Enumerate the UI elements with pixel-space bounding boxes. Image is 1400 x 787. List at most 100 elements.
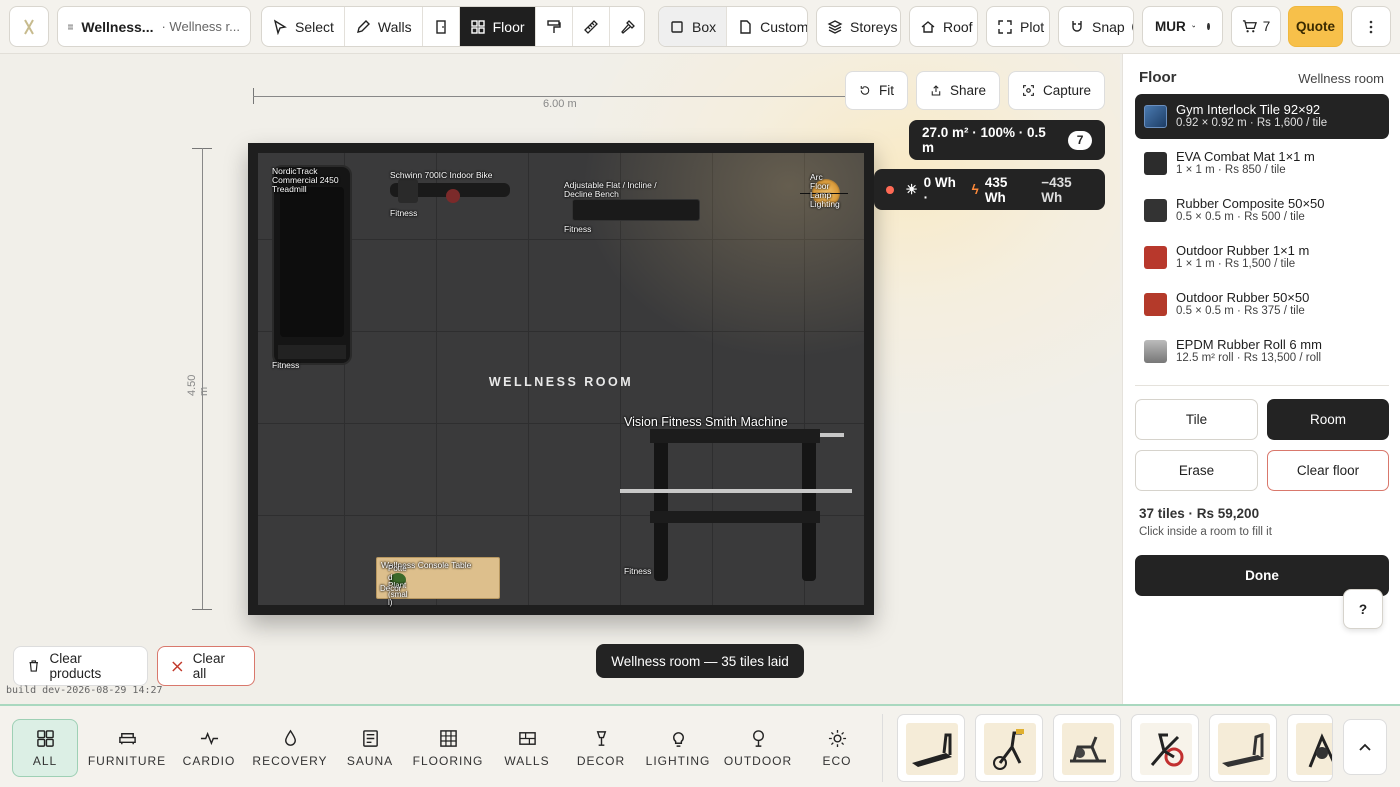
- box-room-button[interactable]: Box: [659, 7, 728, 46]
- category-cardio[interactable]: CARDIO: [180, 719, 238, 777]
- select-tool-button[interactable]: Select: [262, 7, 345, 46]
- clear-floor-button[interactable]: Clear floor: [1267, 450, 1389, 491]
- build-tool-button[interactable]: [610, 7, 644, 46]
- pulse-icon: [200, 731, 218, 745]
- material-swatch: [1144, 105, 1167, 128]
- category-eco[interactable]: ECO: [812, 719, 862, 777]
- category-decor[interactable]: DECOR: [574, 719, 628, 777]
- logo-icon: [24, 19, 34, 34]
- plot-button[interactable]: Plot: [986, 6, 1050, 47]
- material-outdoor-rubber-50x50[interactable]: Outdoor Rubber 50×50 0.5 × 0.5 m · Rs 375…: [1135, 282, 1389, 327]
- box-room-label: Box: [692, 18, 717, 35]
- walls-tool-button[interactable]: Walls: [345, 7, 423, 46]
- category-bar: ALL FURNITURE CARDIO RECOVERY SAUNA FLOO…: [0, 704, 1400, 787]
- sauna-icon: [362, 729, 378, 747]
- erase-button[interactable]: Erase: [1135, 450, 1258, 491]
- snap-button[interactable]: Snap: [1058, 6, 1134, 47]
- custom-room-button[interactable]: Custom: [727, 7, 807, 46]
- quote-button[interactable]: Quote: [1288, 6, 1343, 47]
- product-arc-floor-lamp[interactable]: Arc Floor Lamp Lighting: [800, 169, 848, 221]
- tree-icon: [752, 729, 764, 747]
- product-thumbnail[interactable]: [975, 714, 1043, 782]
- project-menu-button[interactable]: Wellness... · Wellness r...: [57, 6, 251, 47]
- done-label: Done: [1245, 568, 1279, 583]
- capture-button[interactable]: Capture: [1008, 71, 1105, 110]
- material-eva-combat-mat[interactable]: EVA Combat Mat 1×1 m1 × 1 m · Rs 850 / t…: [1135, 141, 1389, 186]
- material-outdoor-rubber-1x1[interactable]: Outdoor Rubber 1×1 m1 × 1 m · Rs 1,500 /…: [1135, 235, 1389, 280]
- category-recovery[interactable]: RECOVERY: [252, 719, 328, 777]
- material-swatch: [1144, 340, 1167, 363]
- measure-tool-button[interactable]: [573, 7, 610, 46]
- door-tool-button[interactable]: [423, 7, 460, 46]
- cart-icon: [1242, 20, 1257, 33]
- cart-button[interactable]: 7: [1231, 6, 1281, 47]
- square-icon: [671, 20, 683, 33]
- category-outdoor[interactable]: OUTDOOR: [724, 719, 792, 777]
- material-swatch: [1144, 199, 1167, 222]
- tile-summary: 37 tiles · Rs 59,200: [1139, 506, 1260, 521]
- product-potted-plant[interactable]: Potte d Plant (smal l) Decor: [380, 564, 416, 609]
- clear-all-label: Clear all: [192, 651, 225, 681]
- height-dimension: 4.50 m: [186, 148, 212, 610]
- treadmill-label: NordicTrack Commercial 2450 Treadmill: [272, 166, 339, 194]
- tiles-icon: [439, 729, 457, 747]
- floor-plan-canvas[interactable]: 6.00 m 4.50 m WELLNESS ROOM NordicTrack …: [0, 54, 1122, 704]
- category-sauna[interactable]: SAUNA: [342, 719, 398, 777]
- help-button[interactable]: ?: [1343, 589, 1383, 629]
- product-thumbnail[interactable]: [897, 714, 965, 782]
- product-treadmill[interactable]: NordicTrack Commercial 2450 Treadmill Fi…: [270, 165, 354, 370]
- category-flooring[interactable]: FLOORING: [412, 719, 484, 777]
- app-logo-button[interactable]: [9, 6, 49, 47]
- panel-room-name: Wellness room: [1298, 71, 1384, 86]
- category-lighting[interactable]: LIGHTING: [644, 719, 712, 777]
- material-gym-interlock-tile[interactable]: Gym Interlock Tile 92×92 0.92 × 0.92 m · …: [1135, 94, 1389, 139]
- floor-tool-label: Floor: [492, 18, 525, 35]
- product-thumbnail[interactable]: [1053, 714, 1121, 782]
- product-indoor-bike[interactable]: Schwinn 700IC Indoor Bike Fitness: [386, 171, 516, 223]
- width-dimension: 6.00 m: [253, 86, 873, 110]
- product-thumbnail[interactable]: [1209, 714, 1277, 782]
- product-image: [1296, 723, 1332, 775]
- roof-inner: Roof: [910, 7, 977, 46]
- snap-toggle[interactable]: [1131, 19, 1133, 34]
- product-smith-machine[interactable]: Vision Fitness Smith Machine Fitness: [620, 415, 852, 585]
- category-walls[interactable]: WALLS: [500, 719, 554, 777]
- product-adjustable-bench[interactable]: Adjustable Flat / Incline / Decline Benc…: [560, 179, 702, 239]
- chevron-down-icon: [1191, 25, 1196, 28]
- more-menu-button[interactable]: [1351, 6, 1391, 47]
- cart-count: 7: [1262, 19, 1271, 34]
- category-furniture[interactable]: FURNITURE: [88, 719, 166, 777]
- house-icon: [921, 20, 935, 33]
- paint-roller-icon: [546, 19, 561, 33]
- room-mode-button[interactable]: Room: [1267, 399, 1389, 440]
- wellness-room[interactable]: WELLNESS ROOM NordicTrack Commercial 245…: [248, 143, 874, 615]
- clear-all-button[interactable]: Clear all: [157, 646, 255, 686]
- category-label: LIGHTING: [645, 753, 711, 768]
- product-image: [1140, 723, 1192, 775]
- material-epdm-rubber-roll[interactable]: EPDM Rubber Roll 6 mm 12.5 m² roll · Rs 1…: [1135, 329, 1389, 374]
- material-name: Outdoor Rubber 1×1 m: [1176, 243, 1310, 258]
- width-dimension-label: 6.00 m: [543, 98, 577, 110]
- material-rubber-composite[interactable]: Rubber Composite 50×50 0.5 × 0.5 m · Rs 5…: [1135, 188, 1389, 233]
- category-all[interactable]: ALL: [12, 719, 78, 777]
- product-thumbnail[interactable]: [1131, 714, 1199, 782]
- paint-tool-button[interactable]: [536, 7, 573, 46]
- energy-status-dot: [886, 185, 894, 194]
- bar-divider: [882, 714, 883, 782]
- category-label: WALLS: [504, 753, 550, 768]
- storeys-button[interactable]: Storeys: [816, 6, 901, 47]
- grid-icon: [470, 19, 485, 34]
- clear-products-button[interactable]: Clear products: [13, 646, 148, 686]
- roof-button[interactable]: Roof: [909, 6, 978, 47]
- expand-bar-button[interactable]: [1343, 719, 1387, 775]
- currency-select[interactable]: MUR: [1142, 6, 1223, 47]
- floor-tool-button[interactable]: Floor: [459, 7, 536, 46]
- share-button[interactable]: Share: [916, 71, 1000, 110]
- capture-label: Capture: [1042, 83, 1091, 98]
- kebab-icon: [1369, 20, 1373, 33]
- product-thumbnail[interactable]: [1287, 714, 1333, 782]
- bike-label: Schwinn 700IC Indoor Bike: [390, 170, 493, 180]
- fit-view-button[interactable]: Fit: [845, 71, 908, 110]
- material-name: Gym Interlock Tile 92×92: [1176, 102, 1321, 117]
- tile-mode-button[interactable]: Tile: [1135, 399, 1258, 440]
